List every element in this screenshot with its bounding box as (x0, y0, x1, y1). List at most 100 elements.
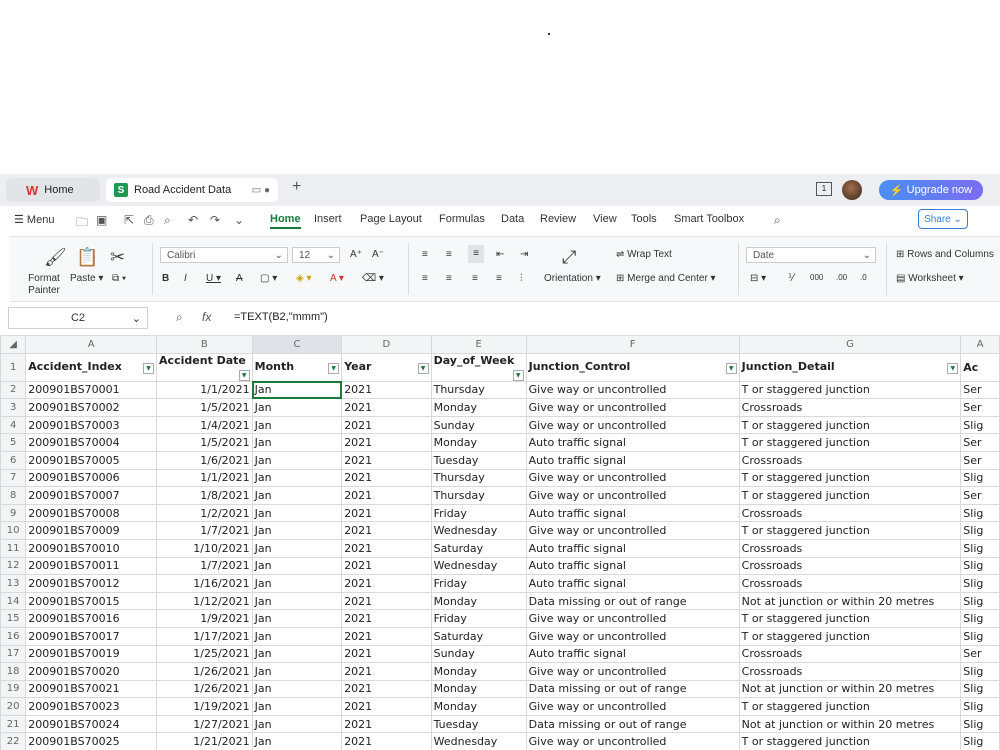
accident-date-cell[interactable]: 1/21/2021 (156, 732, 253, 750)
redo-icon[interactable]: ↷ (210, 213, 220, 227)
year-cell[interactable]: 2021 (341, 609, 432, 628)
border-icon[interactable]: ▢ ▾ (260, 273, 277, 284)
bold-icon[interactable]: B (162, 273, 169, 284)
junction-detail-cell[interactable]: Not at junction or within 20 metres (738, 679, 962, 699)
menu-data[interactable]: Data (501, 213, 524, 225)
day-of-week-cell[interactable]: Tuesday (430, 714, 527, 734)
junction-control-cell[interactable]: Auto traffic signal (525, 433, 740, 452)
junction-control-cell[interactable]: Give way or uncontrolled (525, 521, 740, 540)
month-cell[interactable]: Jan (251, 468, 343, 488)
accident-index-cell[interactable]: 200901BS70012 (25, 574, 158, 593)
month-cell[interactable]: Jan (251, 697, 343, 716)
row-header[interactable]: 6 (0, 450, 27, 470)
accident-severity-cell[interactable]: Ser (960, 398, 1000, 417)
day-of-week-cell[interactable]: Monday (430, 398, 527, 417)
menu-smart-toolbox[interactable]: Smart Toolbox (674, 213, 744, 225)
row-header[interactable]: 7 (0, 468, 27, 488)
accident-severity-cell[interactable]: Slig (960, 521, 1000, 540)
strikethrough-icon[interactable]: A (236, 273, 243, 284)
accident-date-cell[interactable]: 1/25/2021 (156, 644, 253, 664)
percent-icon[interactable]: ⅟ (788, 273, 794, 284)
font-name-select[interactable]: Calibri ⌄ (160, 247, 288, 263)
day-of-week-cell[interactable]: Monday (430, 679, 527, 699)
month-cell[interactable]: Jan (251, 626, 343, 646)
column-header-d[interactable]: D (341, 335, 432, 354)
accident-date-cell[interactable]: 1/2/2021 (156, 503, 253, 523)
filter-dropdown-icon[interactable]: ▼ (328, 363, 340, 375)
accident-date-cell[interactable]: 1/5/2021 (156, 433, 253, 452)
accident-date-cell[interactable]: 1/9/2021 (156, 609, 253, 628)
junction-detail-cell[interactable]: Crossroads (738, 644, 962, 664)
month-cell[interactable]: Jan (251, 503, 343, 523)
header-cell[interactable]: Accident Date ▼ (156, 352, 253, 382)
junction-control-cell[interactable]: Auto traffic signal (525, 644, 740, 664)
accident-index-cell[interactable]: 200901BS70003 (25, 415, 158, 435)
underline-icon[interactable]: U ▾ (206, 273, 221, 284)
menu-view[interactable]: View (593, 213, 617, 225)
day-of-week-cell[interactable]: Monday (430, 433, 527, 452)
year-cell[interactable]: 2021 (341, 574, 432, 593)
fill-color-icon[interactable]: ◈ ▾ (296, 273, 312, 284)
row-header[interactable]: 22 (0, 732, 27, 750)
year-cell[interactable]: 2021 (341, 503, 432, 523)
decrease-decimal-icon[interactable]: .0 (860, 273, 867, 282)
junction-control-cell[interactable]: Data missing or out of range (525, 591, 740, 611)
accident-severity-cell[interactable]: Slig (960, 415, 1000, 435)
accident-date-cell[interactable]: 1/26/2021 (156, 679, 253, 699)
day-of-week-cell[interactable]: Friday (430, 609, 527, 628)
menu-review[interactable]: Review (540, 213, 576, 225)
month-cell[interactable]: Jan (251, 380, 343, 400)
month-cell[interactable]: Jan (251, 415, 343, 435)
header-cell[interactable]: Junction_Detail ▼ (738, 352, 962, 382)
year-cell[interactable]: 2021 (341, 380, 432, 400)
month-cell[interactable]: Jan (251, 714, 343, 734)
filter-dropdown-icon[interactable]: ▼ (143, 363, 155, 375)
month-cell[interactable]: Jan (251, 538, 343, 558)
save-icon[interactable]: ▣ (96, 213, 107, 227)
junction-detail-cell[interactable]: T or staggered junction (738, 415, 962, 435)
junction-detail-cell[interactable]: T or staggered junction (738, 732, 962, 750)
menu-home[interactable]: Home (270, 213, 301, 229)
accident-index-cell[interactable]: 200901BS70021 (25, 679, 158, 699)
accident-severity-cell[interactable]: Slig (960, 503, 1000, 523)
month-cell[interactable]: Jan (251, 644, 343, 664)
row-header[interactable]: 17 (0, 644, 27, 664)
day-of-week-cell[interactable]: Friday (430, 574, 527, 593)
day-of-week-cell[interactable]: Thursday (430, 468, 527, 488)
accident-date-cell[interactable]: 1/19/2021 (156, 697, 253, 716)
year-cell[interactable]: 2021 (341, 521, 432, 540)
junction-control-cell[interactable]: Give way or uncontrolled (525, 626, 740, 646)
month-cell[interactable]: Jan (251, 662, 343, 681)
column-header-g[interactable]: G (738, 335, 962, 354)
filter-dropdown-icon[interactable]: ▼ (725, 363, 737, 375)
folder-icon[interactable]: 🗀 (76, 213, 88, 234)
orientation-icon[interactable]: ⤢ (562, 247, 576, 268)
print-preview-icon[interactable]: ⌕ (164, 213, 171, 228)
junction-control-cell[interactable]: Auto traffic signal (525, 556, 740, 576)
junction-control-cell[interactable]: Auto traffic signal (525, 503, 740, 523)
junction-control-cell[interactable]: Give way or uncontrolled (525, 732, 740, 750)
row-header[interactable]: 18 (0, 662, 27, 681)
align-top-icon[interactable]: ≡ (422, 249, 428, 260)
font-size-select[interactable]: 12 ⌄ (292, 247, 340, 263)
junction-control-cell[interactable]: Give way or uncontrolled (525, 415, 740, 435)
year-cell[interactable]: 2021 (341, 591, 432, 611)
month-cell[interactable]: Jan (251, 521, 343, 540)
accident-date-cell[interactable]: 1/16/2021 (156, 574, 253, 593)
junction-control-cell[interactable]: Give way or uncontrolled (525, 662, 740, 681)
junction-detail-cell[interactable]: Crossroads (738, 398, 962, 417)
junction-detail-cell[interactable]: Crossroads (738, 574, 962, 593)
accident-index-cell[interactable]: 200901BS70002 (25, 398, 158, 417)
junction-control-cell[interactable]: Data missing or out of range (525, 714, 740, 734)
accident-index-cell[interactable]: 200901BS70019 (25, 644, 158, 664)
more-dropdown-icon[interactable]: ⌄ (234, 213, 244, 227)
row-header[interactable]: 13 (0, 574, 27, 593)
new-tab-icon[interactable]: + (292, 178, 301, 196)
orientation-button[interactable]: Orientation ▾ (544, 273, 601, 284)
row-header[interactable]: 12 (0, 556, 27, 576)
column-header-f[interactable]: F (525, 335, 740, 354)
junction-control-cell[interactable]: Auto traffic signal (525, 574, 740, 593)
day-of-week-cell[interactable]: Wednesday (430, 556, 527, 576)
fx-icon[interactable]: fx (202, 310, 211, 324)
year-cell[interactable]: 2021 (341, 450, 432, 470)
